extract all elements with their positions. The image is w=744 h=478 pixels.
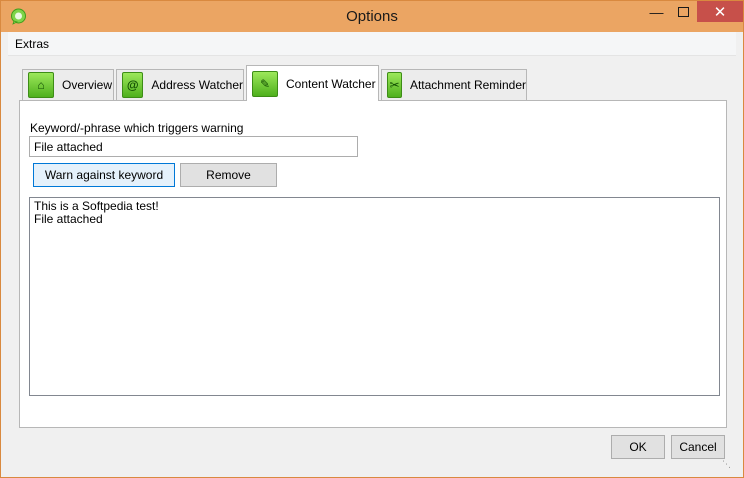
maximize-icon — [678, 6, 689, 17]
keyword-input[interactable] — [29, 136, 358, 157]
list-item[interactable]: This is a Softpedia test! — [34, 200, 715, 213]
edit-document-icon: ✎ — [252, 70, 278, 97]
title-bar[interactable]: Options — ✕ — [1, 1, 743, 32]
maximize-button[interactable] — [670, 1, 697, 22]
tab-content-watcher-label: Content Watcher — [286, 76, 376, 91]
menu-bar: Extras — [8, 32, 736, 56]
close-button[interactable]: ✕ — [697, 1, 743, 22]
menu-extras[interactable]: Extras — [15, 37, 49, 51]
tab-address-watcher[interactable]: @ Address Watcher — [116, 69, 244, 100]
list-item[interactable]: File attached — [34, 213, 715, 226]
tab-attachment-reminder-label: Attachment Reminder — [409, 78, 526, 92]
warn-against-keyword-button[interactable]: Warn against keyword — [33, 163, 175, 187]
remove-button[interactable]: Remove — [180, 163, 277, 187]
options-window: Options — ✕ Extras ⌂ Overview @ Address … — [0, 0, 744, 478]
minimize-icon: — — [649, 3, 664, 20]
keyword-list[interactable]: This is a Softpedia test! File attached — [29, 197, 720, 396]
at-sign-icon: @ — [122, 72, 144, 98]
tab-content-watcher[interactable]: ✎ Content Watcher — [246, 65, 379, 101]
minimize-button[interactable]: — — [643, 1, 670, 22]
tab-address-watcher-label: Address Watcher — [151, 78, 243, 92]
tab-attachment-reminder[interactable]: ✂ Attachment Reminder — [381, 69, 527, 100]
tab-overview[interactable]: ⌂ Overview — [22, 69, 114, 100]
cancel-button[interactable]: Cancel — [671, 435, 725, 459]
tab-overview-label: Overview — [62, 78, 113, 92]
home-icon: ⌂ — [28, 72, 54, 98]
keyword-label: Keyword/-phrase which triggers warning — [30, 121, 244, 135]
paperclip-icon: ✂ — [387, 72, 402, 98]
resize-grip[interactable]: ⋱ — [722, 459, 734, 471]
client-area: Extras ⌂ Overview @ Address Watcher ✎ Co… — [8, 32, 736, 470]
content-watcher-panel: Keyword/-phrase which triggers warning W… — [19, 100, 727, 428]
close-icon: ✕ — [713, 3, 727, 21]
ok-button[interactable]: OK — [611, 435, 665, 459]
window-title: Options — [346, 8, 398, 25]
